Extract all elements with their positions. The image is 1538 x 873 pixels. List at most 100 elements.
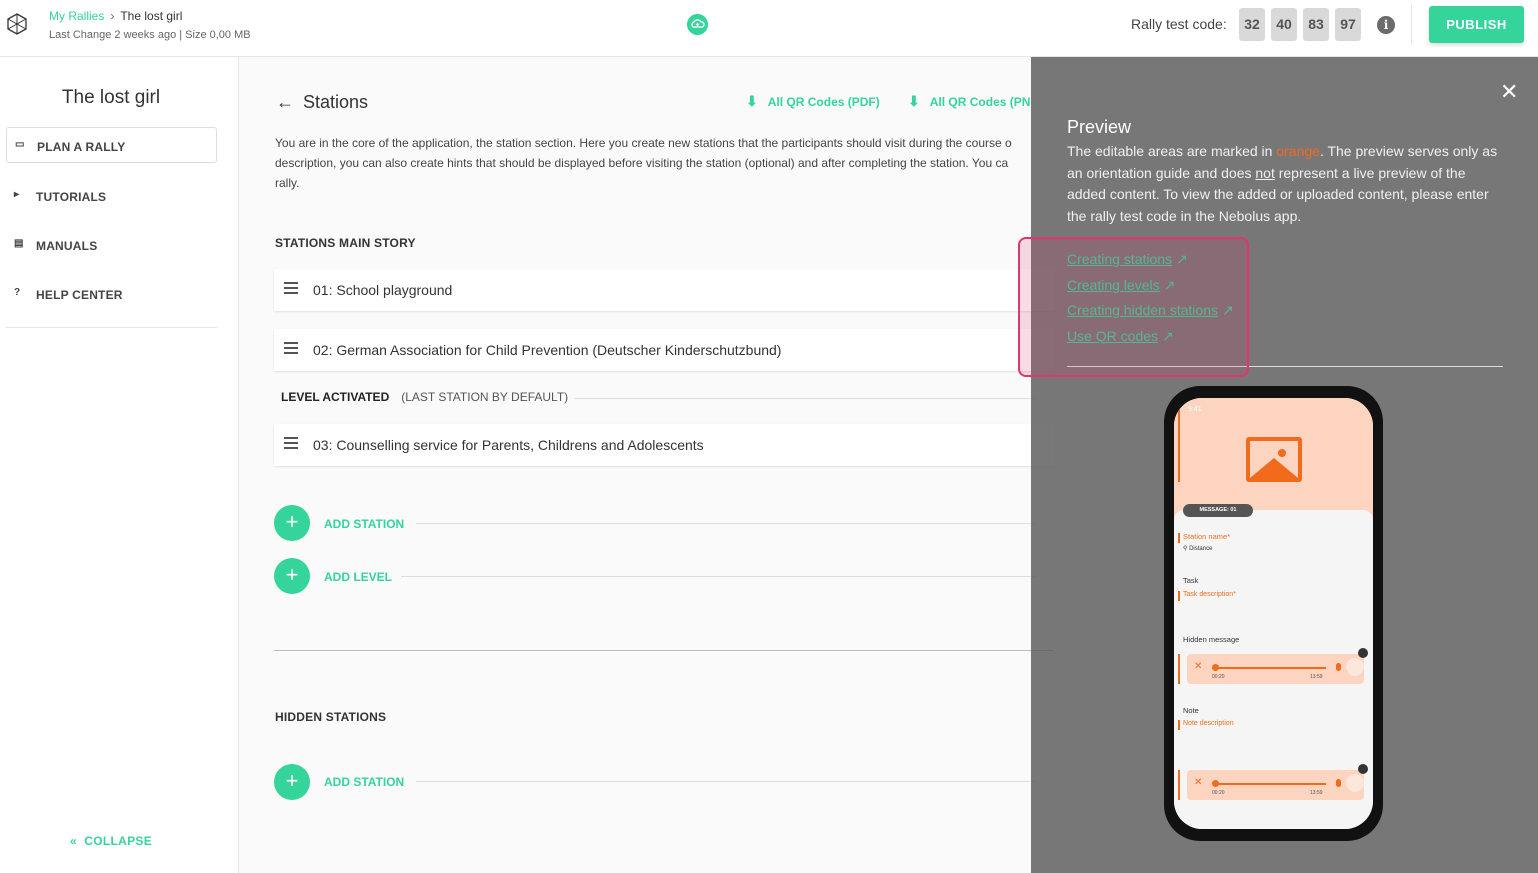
add-hidden-station-label[interactable]: ADD STATION [324,775,404,789]
close-icon[interactable]: ✕ [1500,79,1518,105]
sidebar-item-tutorials[interactable]: ▸ TUTORIALS [6,178,217,214]
audio-time-start: 00:20 [1212,674,1225,680]
links-highlight-box [1018,237,1249,377]
audio-time-end: 13:59 [1310,790,1323,796]
preview-text: The editable areas are marked in [1067,143,1277,159]
back-arrow-icon[interactable]: ← [276,92,294,113]
station-name: 01: School playground [313,282,453,298]
phone-task-label: Task [1183,576,1199,585]
audio-thumb [1212,664,1219,671]
sidebar-item-label: PLAN A RALLY [37,140,126,154]
rally-code-digit: 97 [1335,8,1361,41]
download-pdf-label: All QR Codes (PDF) [767,95,880,109]
level-label: LEVEL ACTIVATED [281,390,390,404]
level-note: (LAST STATION BY DEFAULT) [401,390,569,404]
rally-code-digit: 40 [1271,8,1297,41]
phone-hidden-message-label: Hidden message [1183,635,1240,644]
phone-distance-label: Distance [1189,546,1213,552]
question-icon: ? [14,287,21,298]
station-row[interactable]: 01: School playground [274,269,1054,311]
header-divider [1411,5,1412,45]
drag-handle-icon[interactable] [284,282,298,297]
message-pill: MESSAGE: 01 [1183,504,1253,517]
preview-description: The editable areas are marked in orange.… [1067,141,1507,227]
station-row[interactable]: 02: German Association for Child Prevent… [274,329,1054,371]
audio-track [1214,667,1326,669]
close-icon: ✕ [1194,661,1203,672]
station-name: 02: German Association for Child Prevent… [313,342,782,358]
editable-marker [1178,533,1180,543]
rally-code-digit: 32 [1239,8,1265,41]
page-title: Stations [303,92,369,112]
download-png-label: All QR Codes (PN [929,95,1031,109]
intro-line: rally. [275,176,300,190]
info-icon[interactable]: i [1377,16,1395,34]
walking-icon: ⚲ [1183,546,1188,552]
avatar-icon [1346,774,1364,792]
preview-orange-word: orange [1276,143,1320,159]
breadcrumb-current: The lost girl [120,9,183,23]
add-hidden-station-divider [416,781,1036,782]
ticket-icon: ▭ [15,139,25,150]
sidebar-item-manuals[interactable]: ▤ MANUALS [6,227,217,263]
editable-marker [1178,720,1180,730]
editable-marker [1178,591,1180,601]
section-divider [274,650,1054,651]
rally-code-digit: 83 [1303,8,1329,41]
phone-distance: ⚲ Distance [1183,545,1212,552]
add-station-divider [416,523,1036,524]
publish-button[interactable]: PUBLISH [1429,6,1524,43]
editable-marker [1178,654,1180,684]
audio-player: ✕ 00:20 13:59 [1187,764,1368,800]
zoom-icon [1358,648,1368,658]
double-chevron-left-icon: « [70,834,77,848]
collapse-button[interactable]: « COLLAPSE [70,834,152,848]
audio-thumb [1212,780,1219,787]
level-divider [575,398,1035,399]
audio-player: ✕ 00:20 13:59 [1187,648,1368,684]
cloud-sync-icon [687,14,708,35]
rally-meta: Last Change 2 weeks ago | Size 0,00 MB [49,29,251,41]
sidebar-rally-title: The lost girl [61,87,161,108]
preview-not-word: not [1255,164,1275,181]
intro-line: You are in the core of the application, … [275,136,1012,150]
microphone-icon [1336,663,1341,671]
breadcrumb-separator: › [110,9,115,23]
sidebar-item-label: TUTORIALS [36,190,107,204]
play-icon: ▸ [14,189,20,200]
add-level-divider [401,576,1036,577]
image-placeholder-icon [1246,437,1302,482]
station-name: 03: Counselling service for Parents, Chi… [313,437,704,453]
phone-time: 9:41 [1188,406,1202,413]
breadcrumb-my-rallies[interactable]: My Rallies [49,9,104,23]
audio-time-start: 00:20 [1212,790,1225,796]
audio-track [1214,783,1326,785]
add-station-button[interactable]: + [274,505,310,541]
phone-note-label: Note [1183,706,1199,715]
drag-handle-icon[interactable] [284,437,298,452]
add-station-label[interactable]: ADD STATION [324,517,404,531]
download-qr-png-link[interactable]: ⬇ All QR Codes (PN [908,93,1030,110]
intro-line: description, you can also create hints t… [275,156,1009,170]
sidebar-item-label: HELP CENTER [36,288,123,302]
add-level-button[interactable]: + [274,558,310,594]
add-hidden-station-button[interactable]: + [274,764,310,800]
editable-marker [1178,770,1180,800]
zoom-icon [1358,764,1368,774]
sidebar-item-plan-a-rally[interactable]: ▭ PLAN A RALLY [6,127,217,163]
breadcrumb: My Rallies › The lost girl [49,9,182,23]
drag-handle-icon[interactable] [284,342,298,357]
audio-time-end: 13:59 [1310,674,1323,680]
station-row[interactable]: 03: Counselling service for Parents, Chi… [274,424,1054,466]
collapse-label: COLLAPSE [84,834,153,848]
sidebar-item-help-center[interactable]: ? HELP CENTER [6,276,217,312]
add-level-label[interactable]: ADD LEVEL [324,570,392,584]
phone-screen: 9:41 MESSAGE: 01 Station name* ⚲ Distanc… [1174,398,1373,829]
level-activated-label: LEVEL ACTIVATED (LAST STATION BY DEFAULT) [281,390,568,404]
preview-title: Preview [1067,117,1132,137]
sidebar-item-label: MANUALS [36,239,98,253]
download-qr-pdf-link[interactable]: ⬇ All QR Codes (PDF) [746,93,880,110]
nebolus-logo-icon[interactable] [6,13,28,35]
avatar-icon [1346,658,1364,676]
rally-code-label: Rally test code: [1131,16,1227,32]
